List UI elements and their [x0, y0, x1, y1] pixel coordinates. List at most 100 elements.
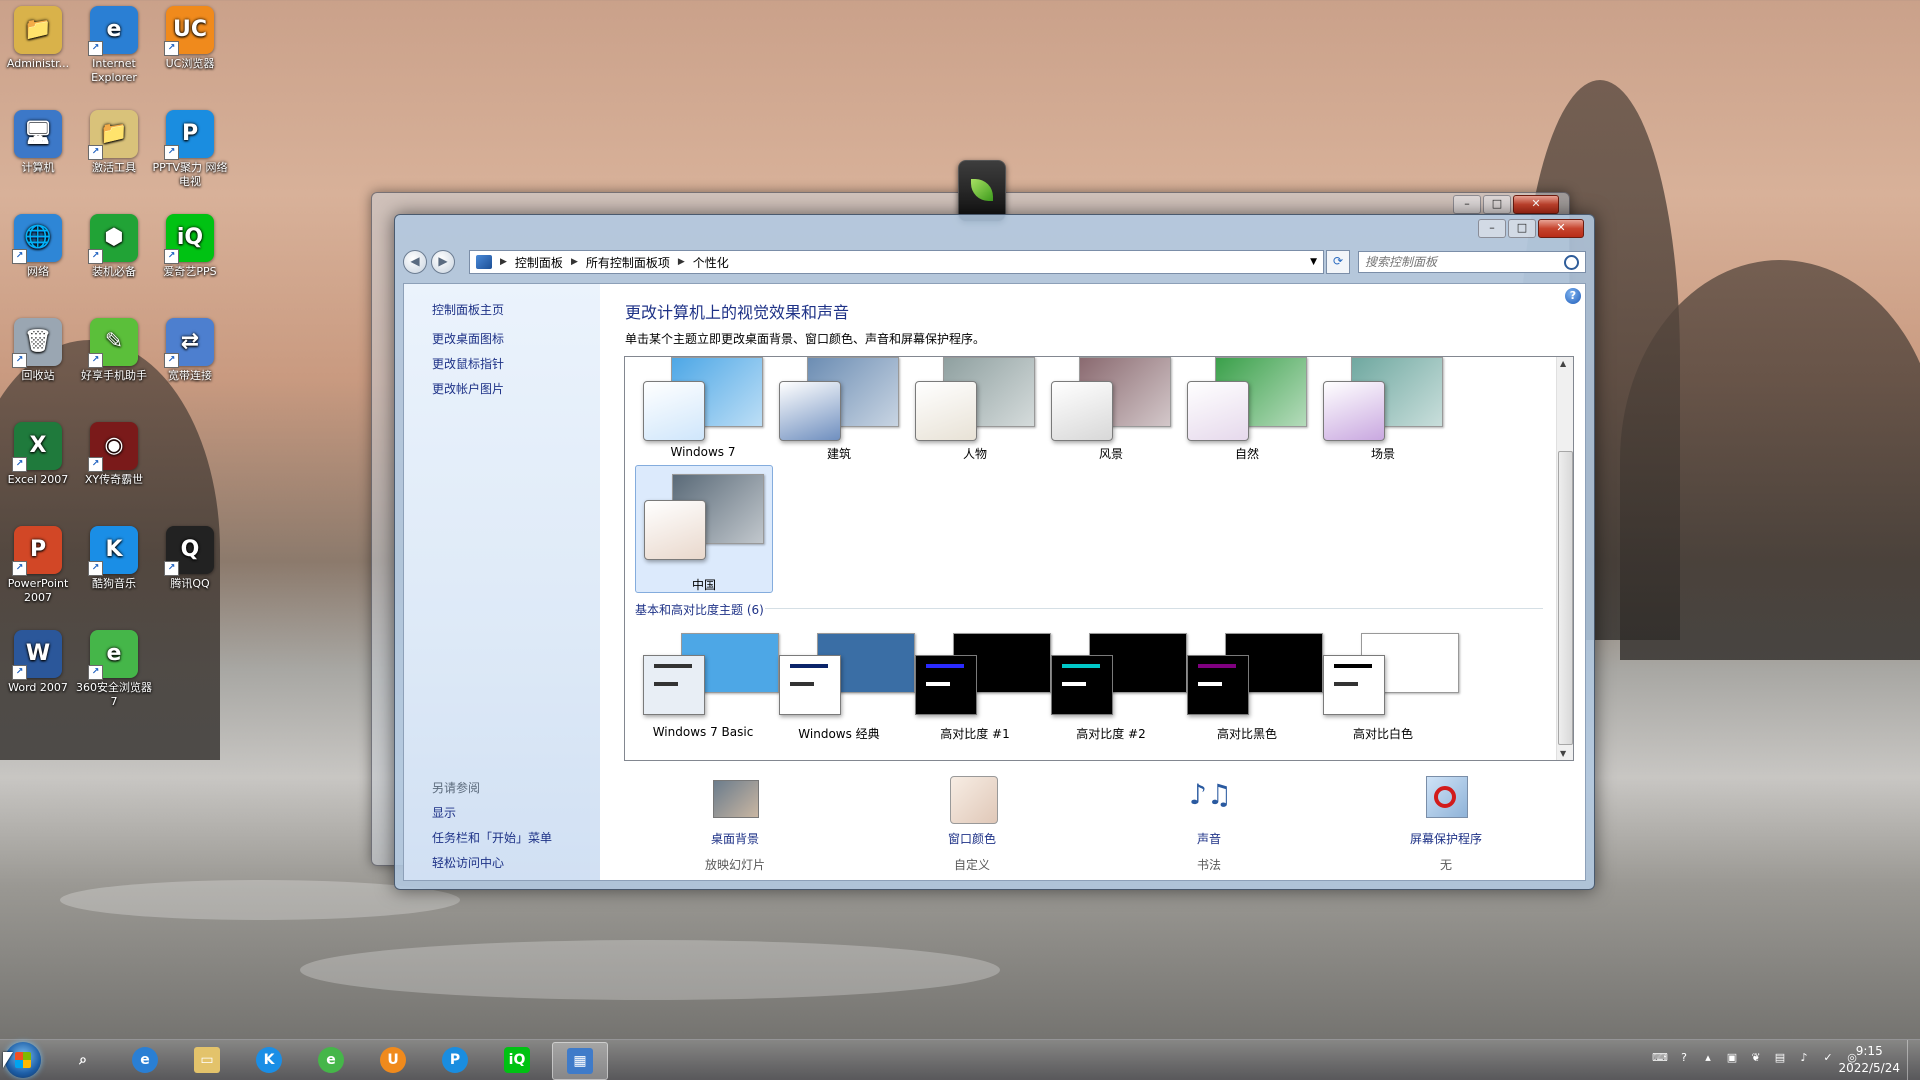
theme-item[interactable]: 场景 — [1315, 357, 1451, 483]
close-button[interactable]: ✕ — [1513, 195, 1559, 214]
desktop-background-link[interactable]: 桌面背景 放映幻灯片 — [660, 776, 810, 873]
desktop-background-label[interactable]: 桌面背景 — [660, 830, 810, 847]
volume-icon[interactable]: ♪ — [1796, 1050, 1812, 1066]
address-bar[interactable]: ▶ 控制面板 ▶ 所有控制面板项 ▶ 个性化 ▼ — [469, 250, 1324, 274]
nav-change-desktop-icons[interactable]: 更改桌面图标 — [432, 330, 504, 347]
theme-label: 人物 — [962, 447, 987, 461]
screen-saver-icon[interactable] — [1420, 776, 1472, 822]
desktop-icon-label: XY传奇霸世 — [84, 473, 144, 486]
window-color-label[interactable]: 窗口颜色 — [897, 830, 1047, 847]
desktop-icon[interactable]: 🖥 计算机 — [0, 106, 76, 206]
search-box[interactable] — [1358, 251, 1586, 273]
desktop-icon[interactable]: ◉ ↗ XY传奇霸世 — [76, 418, 152, 518]
desktop-icon[interactable]: 📁 Administr... — [0, 2, 76, 102]
theme-label: Windows 7 — [670, 445, 736, 459]
desktop-icon[interactable]: K ↗ 酷狗音乐 — [76, 522, 152, 622]
network-icon[interactable]: ▤ — [1772, 1050, 1788, 1066]
scrollbar-thumb[interactable] — [1558, 451, 1573, 745]
keyboard-icon[interactable]: ⌨ — [1652, 1050, 1668, 1066]
desktop-icon[interactable]: UC ↗ UC浏览器 — [152, 2, 228, 102]
scroll-up-icon[interactable]: ▲ — [1560, 359, 1566, 368]
breadcrumb-control-panel[interactable]: 控制面板 — [515, 254, 563, 271]
desktop-icon[interactable]: P ↗ PPTV聚力 网络电视 — [152, 106, 228, 206]
theme-item[interactable]: 高对比度 #1 — [907, 627, 1051, 753]
maximize-button[interactable]: □ — [1483, 195, 1511, 214]
desktop-icon[interactable]: W ↗ Word 2007 — [0, 626, 76, 726]
desktop-icon[interactable]: e ↗ Internet Explorer — [76, 2, 152, 102]
theme-item[interactable]: Windows 经典 — [771, 627, 915, 753]
theme-item[interactable]: 人物 — [907, 357, 1043, 483]
sounds-link[interactable]: ♪♫ 声音 书法 — [1134, 776, 1284, 873]
help-icon[interactable]: ? — [1676, 1050, 1692, 1066]
taskbar-ie[interactable]: e — [118, 1042, 172, 1078]
security-icon[interactable]: ✓ — [1820, 1050, 1836, 1066]
screen-saver-link[interactable]: 屏幕保护程序无 — [1371, 776, 1521, 873]
taskbar-pptv[interactable]: P — [428, 1042, 482, 1078]
sounds-icon[interactable]: ♪♫ — [1183, 776, 1235, 822]
window-color-link[interactable]: 窗口颜色 自定义 — [897, 776, 1047, 873]
forward-button[interactable]: ▶ — [431, 250, 455, 274]
see-also-taskbar[interactable]: 任务栏和「开始」菜单 — [432, 829, 552, 846]
taskbar-iqiyi[interactable]: iQ — [490, 1042, 544, 1078]
minimize-button[interactable]: – — [1478, 219, 1506, 238]
taskbar-control-panel[interactable]: ▦ — [552, 1042, 608, 1080]
desktop-icon[interactable]: iQ ↗ 爱奇艺PPS — [152, 210, 228, 310]
basic-themes-heading[interactable]: 基本和高对比度主题 (6) — [635, 601, 764, 618]
theme-item[interactable]: 风景 — [1043, 357, 1179, 483]
desktop-icon[interactable]: P ↗ PowerPoint 2007 — [0, 522, 76, 622]
sounds-label[interactable]: 声音 — [1134, 830, 1284, 847]
personalization-window[interactable]: – □ ✕ ◀ ▶ ▶ 控制面板 ▶ 所有控制面板项 ▶ 个性化 ▼ ⟳ 控制面… — [394, 214, 1595, 890]
taskbar-uc[interactable]: U — [366, 1042, 420, 1078]
taskbar-kugou[interactable]: K — [242, 1042, 296, 1078]
screen-saver-label[interactable]: 屏幕保护程序 — [1371, 830, 1521, 847]
breadcrumb-all-items[interactable]: 所有控制面板项 — [586, 254, 670, 271]
desktop-background-icon[interactable] — [709, 776, 761, 822]
theme-selected[interactable]: 中国 — [635, 465, 773, 593]
chevron-right-icon[interactable]: ▶ — [678, 257, 685, 267]
see-also-ease-of-access[interactable]: 轻松访问中心 — [432, 854, 504, 871]
nav-control-panel-home[interactable]: 控制面板主页 — [432, 301, 504, 318]
desktop-icon[interactable]: Q ↗ 腾讯QQ — [152, 522, 228, 622]
theme-item[interactable]: 高对比黑色 — [1179, 627, 1323, 753]
refresh-button[interactable]: ⟳ — [1326, 250, 1350, 274]
theme-item[interactable]: 高对比白色 — [1315, 627, 1459, 753]
nav-change-account-picture[interactable]: 更改帐户图片 — [432, 380, 504, 397]
vertical-scrollbar[interactable]: ▲ ▼ — [1556, 357, 1573, 760]
help-icon[interactable]: ? — [1565, 288, 1581, 304]
desktop-icon[interactable]: e ↗ 360安全浏览器7 — [76, 626, 152, 726]
clock[interactable]: 9:15 2022/5/24 — [1838, 1043, 1900, 1077]
desktop-icon[interactable]: ✎ ↗ 好享手机助手 — [76, 314, 152, 414]
breadcrumb-personalization[interactable]: 个性化 — [693, 254, 729, 271]
desktop-icon[interactable]: 📁 ↗ 激活工具 — [76, 106, 152, 206]
nav-change-mouse-pointers[interactable]: 更改鼠标指针 — [432, 355, 504, 372]
chevron-up-icon[interactable]: ▴ — [1700, 1050, 1716, 1066]
search-icon[interactable] — [1564, 254, 1579, 270]
phone-assistant-widget[interactable] — [958, 160, 1006, 222]
shortcut-arrow-icon: ↗ — [88, 665, 103, 680]
theme-item[interactable]: 高对比度 #2 — [1043, 627, 1187, 753]
desktop-icon[interactable]: 🗑 ↗ 回收站 — [0, 314, 76, 414]
theme-item[interactable]: Windows 7 Basic — [635, 627, 779, 753]
window-color-icon[interactable] — [946, 776, 998, 824]
taskbar-explorer[interactable]: ▭ — [180, 1042, 234, 1078]
taskbar-search[interactable]: ⌕ — [56, 1042, 110, 1078]
minimize-button[interactable]: – — [1453, 195, 1481, 214]
leaf-icon[interactable]: ❦ — [1748, 1050, 1764, 1066]
close-button[interactable]: ✕ — [1538, 219, 1584, 238]
ime-icon[interactable]: ▣ — [1724, 1050, 1740, 1066]
desktop-icon[interactable]: 🌐 ↗ 网络 — [0, 210, 76, 310]
theme-item[interactable]: 自然 — [1179, 357, 1315, 483]
search-input[interactable] — [1365, 255, 1564, 269]
desktop-icon[interactable]: ⇄ ↗ 宽带连接 — [152, 314, 228, 414]
maximize-button[interactable]: □ — [1508, 219, 1536, 238]
theme-item[interactable]: 建筑 — [771, 357, 907, 483]
back-button[interactable]: ◀ — [403, 250, 427, 274]
show-desktop-button[interactable] — [1907, 1040, 1920, 1080]
desktop-icon[interactable]: X ↗ Excel 2007 — [0, 418, 76, 518]
see-also-display[interactable]: 显示 — [432, 804, 456, 821]
chevron-down-icon[interactable]: ▼ — [1310, 257, 1317, 267]
chevron-right-icon[interactable]: ▶ — [571, 257, 578, 267]
taskbar-360[interactable]: e — [304, 1042, 358, 1078]
scroll-down-icon[interactable]: ▼ — [1560, 749, 1566, 758]
desktop-icon[interactable]: ⬢ ↗ 装机必备 — [76, 210, 152, 310]
